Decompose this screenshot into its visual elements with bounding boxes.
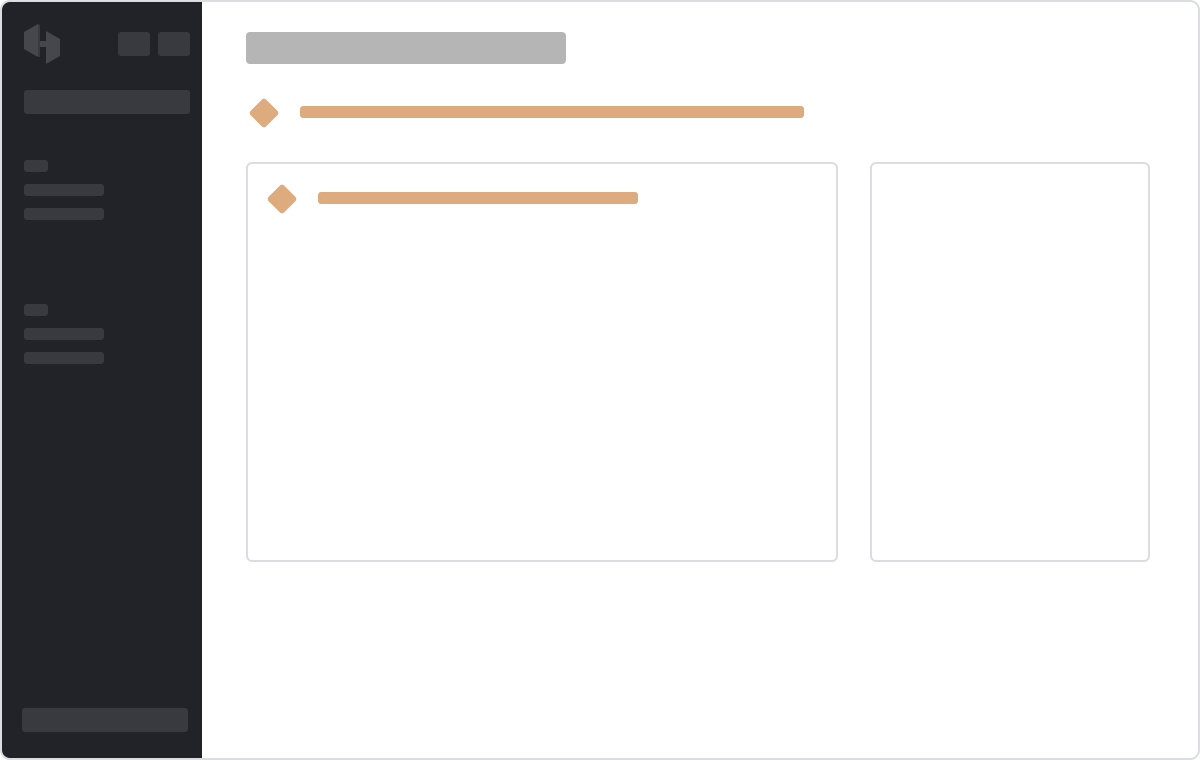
sidebar-link[interactable]: [24, 184, 104, 196]
sidebar-link[interactable]: [24, 208, 104, 220]
sidebar: [2, 2, 202, 758]
sidebar-section-heading: [24, 304, 48, 316]
alert-text-skeleton: [300, 106, 804, 118]
secondary-card: [870, 162, 1150, 562]
card-heading-skeleton: [318, 192, 638, 204]
app-window: [0, 0, 1200, 760]
sidebar-header-button-2[interactable]: [158, 32, 190, 56]
sidebar-section-heading: [24, 160, 48, 172]
warning-diamond-icon: [248, 97, 280, 129]
sidebar-header-button-1[interactable]: [118, 32, 150, 56]
page-title-skeleton: [246, 32, 566, 64]
sidebar-link[interactable]: [24, 328, 104, 340]
primary-card: [246, 162, 838, 562]
hashicorp-logo-icon[interactable]: [22, 23, 62, 65]
sidebar-footer-skeleton[interactable]: [22, 708, 188, 732]
sidebar-link[interactable]: [24, 352, 104, 364]
sidebar-search-skeleton[interactable]: [24, 90, 190, 114]
